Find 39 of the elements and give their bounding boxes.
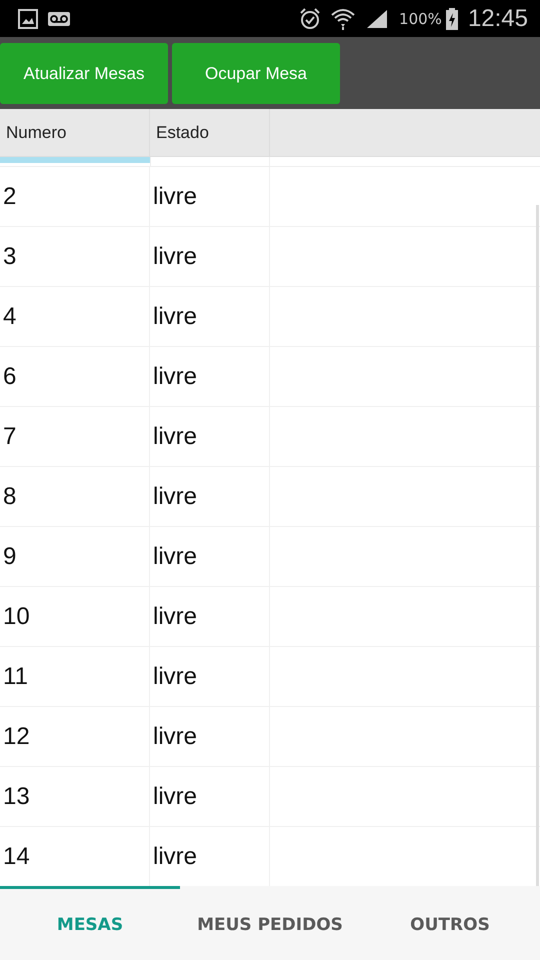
table-cell: livre bbox=[153, 182, 198, 210]
table-cell: livre bbox=[153, 722, 198, 750]
table-cell: 13 bbox=[3, 782, 30, 810]
table-cell: 12 bbox=[3, 722, 30, 750]
picture-icon bbox=[18, 8, 38, 28]
signal-icon bbox=[365, 8, 390, 30]
table-cell: livre bbox=[153, 602, 198, 630]
table-cell: livre bbox=[153, 542, 198, 570]
wifi-icon bbox=[331, 8, 356, 30]
table-cell: 3 bbox=[3, 242, 16, 270]
column-header[interactable]: Numero bbox=[0, 109, 150, 156]
action-button[interactable]: Ocupar Mesa bbox=[172, 43, 340, 104]
table-cell: 7 bbox=[3, 422, 16, 450]
tab[interactable]: MESAS bbox=[0, 886, 180, 960]
table-cell: livre bbox=[153, 782, 198, 810]
table-cell: 10 bbox=[3, 602, 30, 630]
table-cell: livre bbox=[153, 662, 198, 690]
table-cell: livre bbox=[153, 242, 198, 270]
voicemail-icon bbox=[48, 12, 70, 26]
battery-charging-icon bbox=[446, 8, 458, 30]
table-cell: 8 bbox=[3, 482, 16, 510]
table-cell: livre bbox=[153, 422, 198, 450]
clock: 12:45 bbox=[468, 4, 528, 32]
alarm-icon bbox=[299, 8, 322, 30]
table-cell: 11 bbox=[3, 662, 28, 690]
table-cell: livre bbox=[153, 842, 198, 870]
table-cell: livre bbox=[153, 302, 198, 330]
table-cell: 6 bbox=[3, 362, 16, 390]
column-header[interactable]: Estado bbox=[150, 109, 270, 156]
table-cell: 9 bbox=[3, 542, 16, 570]
table-cell: 4 bbox=[3, 302, 16, 330]
tab[interactable]: MEUS PEDIDOS bbox=[180, 886, 360, 960]
table-cell: livre bbox=[153, 362, 198, 390]
table-cell: livre bbox=[153, 482, 198, 510]
tab[interactable]: OUTROS bbox=[360, 886, 540, 960]
table-cell: 2 bbox=[3, 182, 16, 210]
battery-percent: 100% bbox=[399, 10, 442, 28]
table-cell: 14 bbox=[3, 842, 30, 870]
action-button[interactable]: Atualizar Mesas bbox=[0, 43, 168, 104]
